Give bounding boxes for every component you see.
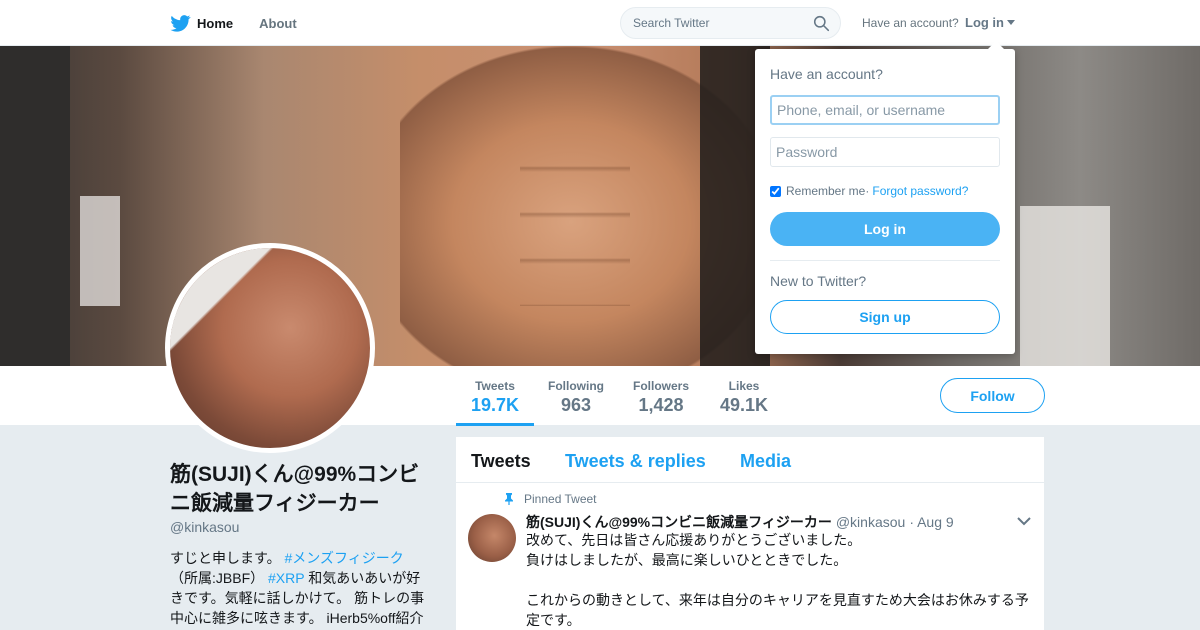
nav-about-label: About <box>259 15 297 31</box>
stat-followers[interactable]: Followers 1,428 <box>626 366 696 426</box>
tweet-header: 筋(SUJI)くん@99%コンビニ飯減量フィジーカー @kinkasou · A… <box>526 512 954 532</box>
nav-home-label: Home <box>197 15 234 31</box>
stat-value: 49.1K <box>719 395 769 415</box>
search-icon[interactable] <box>813 15 830 32</box>
tab-tweets[interactable]: Tweets <box>471 451 531 472</box>
nav-left: Home About <box>170 0 323 46</box>
forgot-password-link[interactable]: Forgot password? <box>872 184 968 198</box>
profile-avatar[interactable] <box>165 243 375 453</box>
login-toggle-label: Log in <box>965 15 1004 30</box>
stat-label: Tweets <box>475 379 515 393</box>
pinned-label: Pinned Tweet <box>524 492 597 506</box>
follow-button[interactable]: Follow <box>940 378 1045 413</box>
tweet-date[interactable]: · Aug 9 <box>909 514 953 530</box>
tweet-author-handle[interactable]: @kinkasou <box>836 514 905 530</box>
caret-down-icon <box>1007 20 1015 25</box>
hashtag-link[interactable]: #メンズフィジーク <box>285 550 404 566</box>
signup-button[interactable]: Sign up <box>770 300 1000 334</box>
password-input[interactable] <box>770 137 1000 167</box>
stat-value: 19.7K <box>470 395 520 415</box>
remember-me-checkbox[interactable] <box>770 185 781 197</box>
tweet-text: 改めて、先日は皆さん応援ありがとうございました。 負けはしましたが、最高に楽しい… <box>526 532 1029 628</box>
timeline: Tweets Tweets & replies Media Pinned Twe… <box>456 437 1044 630</box>
remember-me-row: Remember me · Forgot password? <box>770 184 968 198</box>
profile-name[interactable]: 筋(SUJI)くん@99%コンビニ飯減量フィジーカー <box>170 460 435 518</box>
stat-likes[interactable]: Likes 49.1K <box>712 366 776 426</box>
have-account-text: Have an account? <box>862 16 959 30</box>
tweet-author-name[interactable]: 筋(SUJI)くん@99%コンビニ飯減量フィジーカー <box>526 512 832 532</box>
stat-label: Following <box>548 379 604 393</box>
hashtag-link[interactable]: #XRP <box>268 570 304 586</box>
new-to-twitter-text: New to Twitter? <box>770 273 867 289</box>
stat-label: Likes <box>728 379 760 393</box>
stat-value: 1,428 <box>638 395 684 415</box>
stat-following[interactable]: Following 963 <box>542 366 610 426</box>
divider <box>770 260 1000 261</box>
stat-value: 963 <box>560 395 592 415</box>
tab-media[interactable]: Media <box>740 451 791 472</box>
bio-text: （所属:JBBF） <box>170 570 269 586</box>
bio-text: すじと申します。 <box>170 550 285 566</box>
profile-handle[interactable]: @kinkasou <box>170 519 239 535</box>
stat-label: Followers <box>632 379 689 393</box>
timeline-tabs: Tweets Tweets & replies Media <box>456 437 1044 483</box>
login-dropdown-toggle[interactable]: Log in <box>965 15 1015 30</box>
search-input[interactable]: Search Twitter <box>620 7 841 39</box>
username-input[interactable] <box>770 95 1000 125</box>
profile-bio: すじと申します。 #メンズフィジーク （所属:JBBF） #XRP 和気あいあい… <box>170 548 432 628</box>
search-placeholder: Search Twitter <box>633 16 710 30</box>
remember-me-label[interactable]: Remember me <box>786 184 865 198</box>
tweet-avatar[interactable] <box>468 514 516 562</box>
stat-tweets[interactable]: Tweets 19.7K <box>456 366 534 426</box>
top-navigation-bar: Home About Search Twitter Have an accoun… <box>0 0 1200 46</box>
nav-about-link[interactable]: About <box>259 0 297 46</box>
nav-home-link[interactable]: Home <box>170 0 233 46</box>
chevron-down-icon[interactable] <box>1017 516 1031 526</box>
tab-tweets-and-replies[interactable]: Tweets & replies <box>565 451 706 472</box>
dropdown-title: Have an account? <box>770 66 883 82</box>
twitter-bird-icon <box>170 14 191 32</box>
login-dropdown: Have an account? Remember me · Forgot pa… <box>755 41 1015 354</box>
separator: · <box>865 184 870 198</box>
pin-icon <box>505 493 513 505</box>
login-button[interactable]: Log in <box>770 212 1000 246</box>
pinned-indicator: Pinned Tweet <box>504 492 597 506</box>
